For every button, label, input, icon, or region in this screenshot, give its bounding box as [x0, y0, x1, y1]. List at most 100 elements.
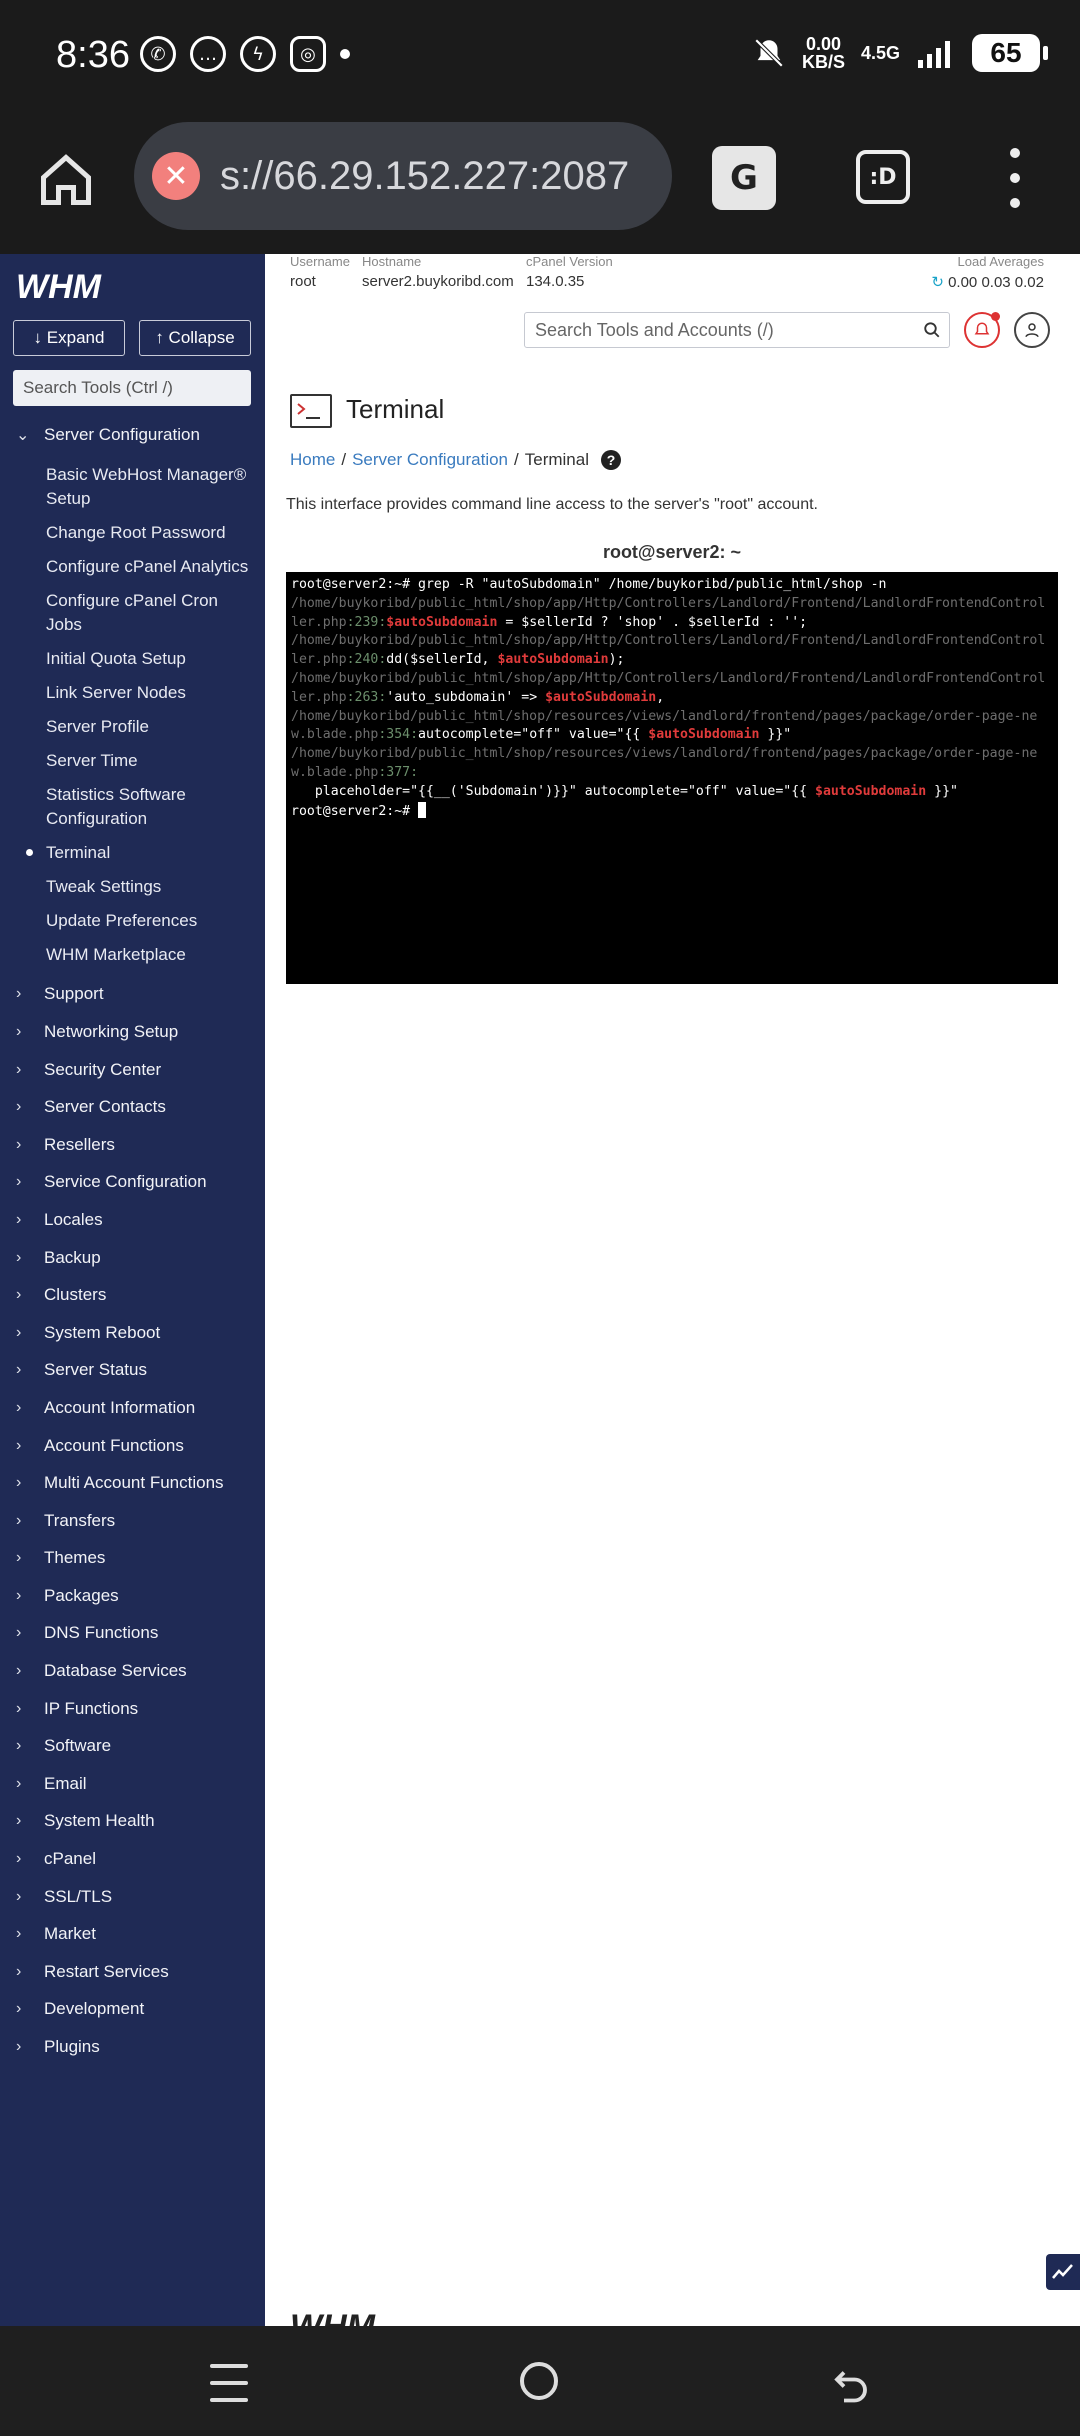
chevron-right-icon: ›: [16, 1248, 22, 1266]
search-icon[interactable]: [923, 321, 941, 339]
result-line: :354:: [378, 727, 419, 743]
search-placeholder: Search Tools and Accounts (/): [535, 319, 774, 340]
network-type: 4.5G: [860, 42, 900, 63]
sidebar-section-networking-setup[interactable]: › Networking Setup: [0, 1013, 265, 1051]
result-text: autocomplete="off" value="{{: [418, 727, 649, 743]
bell-icon: [974, 322, 990, 335]
load-row: ↻ 0.00 0.03 0.02: [931, 273, 1044, 291]
sidebar-section-transfers[interactable]: › Transfers: [0, 1502, 265, 1540]
sidebar-item-link-server-nodes[interactable]: Link Server Nodes: [0, 676, 265, 710]
chevron-right-icon: ›: [16, 1699, 22, 1717]
sidebar-item-terminal[interactable]: Terminal: [0, 836, 265, 870]
sidebar-section-development[interactable]: › Development: [0, 1991, 265, 2029]
section-label: Networking Setup: [44, 1021, 179, 1041]
chevron-right-icon: ›: [16, 985, 22, 1003]
section-label: Clusters: [44, 1285, 107, 1305]
url-text[interactable]: s://66.29.152.227:2087: [220, 154, 629, 199]
sidebar-section-backup[interactable]: › Backup: [0, 1239, 265, 1277]
sidebar-section-ip-functions[interactable]: › IP Functions: [0, 1690, 265, 1728]
instagram-icon: ◎: [290, 36, 326, 72]
sidebar-section-market[interactable]: › Market: [0, 1915, 265, 1953]
tools-search-input[interactable]: Search Tools and Accounts (/): [524, 312, 950, 348]
sidebar-section-server-contacts[interactable]: › Server Contacts: [0, 1088, 265, 1126]
sidebar-item-whm-marketplace[interactable]: WHM Marketplace: [0, 938, 265, 972]
translate-icon[interactable]: G: [712, 146, 776, 210]
username-info: Username root: [290, 254, 350, 290]
clock: 8:36: [56, 34, 130, 76]
sidebar-section-system-health[interactable]: › System Health: [0, 1803, 265, 1841]
sidebar-section-cpanel[interactable]: › cPanel: [0, 1840, 265, 1878]
chevron-right-icon: ›: [16, 1511, 22, 1529]
system-nav-bar: [0, 2326, 1080, 2436]
sidebar-section-themes[interactable]: › Themes: [0, 1540, 265, 1578]
sidebar-section-dns-functions[interactable]: › DNS Functions: [0, 1615, 265, 1653]
sidebar-section-restart-services[interactable]: › Restart Services: [0, 1953, 265, 1991]
collapse-button[interactable]: ↑ Collapse: [139, 320, 251, 356]
sidebar-section-server-status[interactable]: › Server Status: [0, 1352, 265, 1390]
sidebar-section-system-reboot[interactable]: › System Reboot: [0, 1314, 265, 1352]
home-circle-icon[interactable]: [520, 2362, 558, 2400]
address-bar[interactable]: ✕ s://66.29.152.227:2087: [134, 122, 672, 230]
chart-icon[interactable]: [1046, 2254, 1080, 2290]
sidebar-section-service-configuration[interactable]: › Service Configuration: [0, 1164, 265, 1202]
sidebar-section-resellers[interactable]: › Resellers: [0, 1126, 265, 1164]
refresh-icon[interactable]: ↻: [931, 274, 944, 291]
sidebar-section-server-configuration[interactable]: ⌄ Server Configuration: [0, 416, 265, 454]
help-icon[interactable]: ?: [601, 450, 621, 470]
not-secure-icon[interactable]: ✕: [152, 152, 200, 200]
user-menu-button[interactable]: [1014, 312, 1050, 348]
sidebar-item-server-time[interactable]: Server Time: [0, 744, 265, 778]
sidebar-item-statistics-software-configuration[interactable]: Statistics Software Configuration: [0, 778, 265, 836]
terminal-console[interactable]: root@server2:~# grep -R "autoSubdomain" …: [286, 572, 1058, 984]
sidebar-section-account-functions[interactable]: › Account Functions: [0, 1427, 265, 1465]
section-label: IP Functions: [44, 1698, 139, 1718]
terminal-cursor: [418, 801, 427, 818]
more-menu-icon[interactable]: [1000, 148, 1030, 208]
load-values: 0.00 0.03 0.02: [948, 274, 1044, 291]
tab-switcher-icon[interactable]: :D: [856, 150, 910, 204]
sidebar-section-multi-account-functions[interactable]: › Multi Account Functions: [0, 1464, 265, 1502]
section-label: System Reboot: [44, 1322, 161, 1342]
sidebar-item-configure-cpanel-analytics[interactable]: Configure cPanel Analytics: [0, 550, 265, 584]
sidebar-item-server-profile[interactable]: Server Profile: [0, 710, 265, 744]
back-icon[interactable]: [830, 2362, 872, 2404]
notifications-button[interactable]: [964, 312, 1000, 348]
breadcrumb-home[interactable]: Home: [290, 450, 335, 470]
sidebar-item-basic-webhost-manager-setup[interactable]: Basic WebHost Manager® Setup: [0, 458, 265, 516]
sidebar-section-email[interactable]: › Email: [0, 1765, 265, 1803]
sidebar-section-ssl-tls[interactable]: › SSL/TLS: [0, 1878, 265, 1916]
sidebar-section-software[interactable]: › Software: [0, 1727, 265, 1765]
match: $autoSubdomain: [386, 614, 498, 630]
sidebar-item-change-root-password[interactable]: Change Root Password: [0, 516, 265, 550]
breadcrumb-server-configuration[interactable]: Server Configuration: [352, 450, 508, 470]
match: $autoSubdomain: [545, 689, 657, 705]
match: $autoSubdomain: [497, 652, 609, 668]
sidebar-section-security-center[interactable]: › Security Center: [0, 1051, 265, 1089]
sidebar-item-tweak-settings[interactable]: Tweak Settings: [0, 870, 265, 904]
sidebar-section-database-services[interactable]: › Database Services: [0, 1652, 265, 1690]
sidebar-section-support[interactable]: › Support: [0, 976, 265, 1014]
sidebar-sections: › Support › Networking Setup › Security Cente…: [0, 976, 265, 2066]
chevron-right-icon: ›: [16, 1586, 22, 1604]
sidebar-item-configure-cpanel-cron-jobs[interactable]: Configure cPanel Cron Jobs: [0, 584, 265, 642]
sidebar-item-initial-quota-setup[interactable]: Initial Quota Setup: [0, 642, 265, 676]
username-value: root: [290, 273, 316, 290]
sidebar-item-update-preferences[interactable]: Update Preferences: [0, 904, 265, 938]
sidebar-section-account-information[interactable]: › Account Information: [0, 1389, 265, 1427]
chevron-right-icon: ›: [16, 1361, 22, 1379]
sidebar-section-plugins[interactable]: › Plugins: [0, 2028, 265, 2066]
sidebar-section-locales[interactable]: › Locales: [0, 1201, 265, 1239]
result-text: );: [608, 652, 625, 668]
expand-button[interactable]: ↓ Expand: [13, 320, 125, 356]
hostname-info: Hostname server2.buykoribd.com: [362, 254, 514, 290]
sidebar: WHM ↓ Expand ↑ Collapse Search Tools (Ct…: [0, 254, 265, 2326]
match: $autoSubdomain: [815, 783, 927, 799]
home-icon[interactable]: [36, 150, 96, 210]
sidebar-section-clusters[interactable]: › Clusters: [0, 1276, 265, 1314]
sidebar-search-input[interactable]: Search Tools (Ctrl /): [13, 370, 251, 406]
sidebar-section-packages[interactable]: › Packages: [0, 1577, 265, 1615]
recent-apps-icon[interactable]: [210, 2364, 248, 2402]
section-label: Packages: [44, 1585, 119, 1605]
whm-logo[interactable]: WHM: [14, 260, 124, 312]
chevron-right-icon: ›: [16, 1060, 22, 1078]
